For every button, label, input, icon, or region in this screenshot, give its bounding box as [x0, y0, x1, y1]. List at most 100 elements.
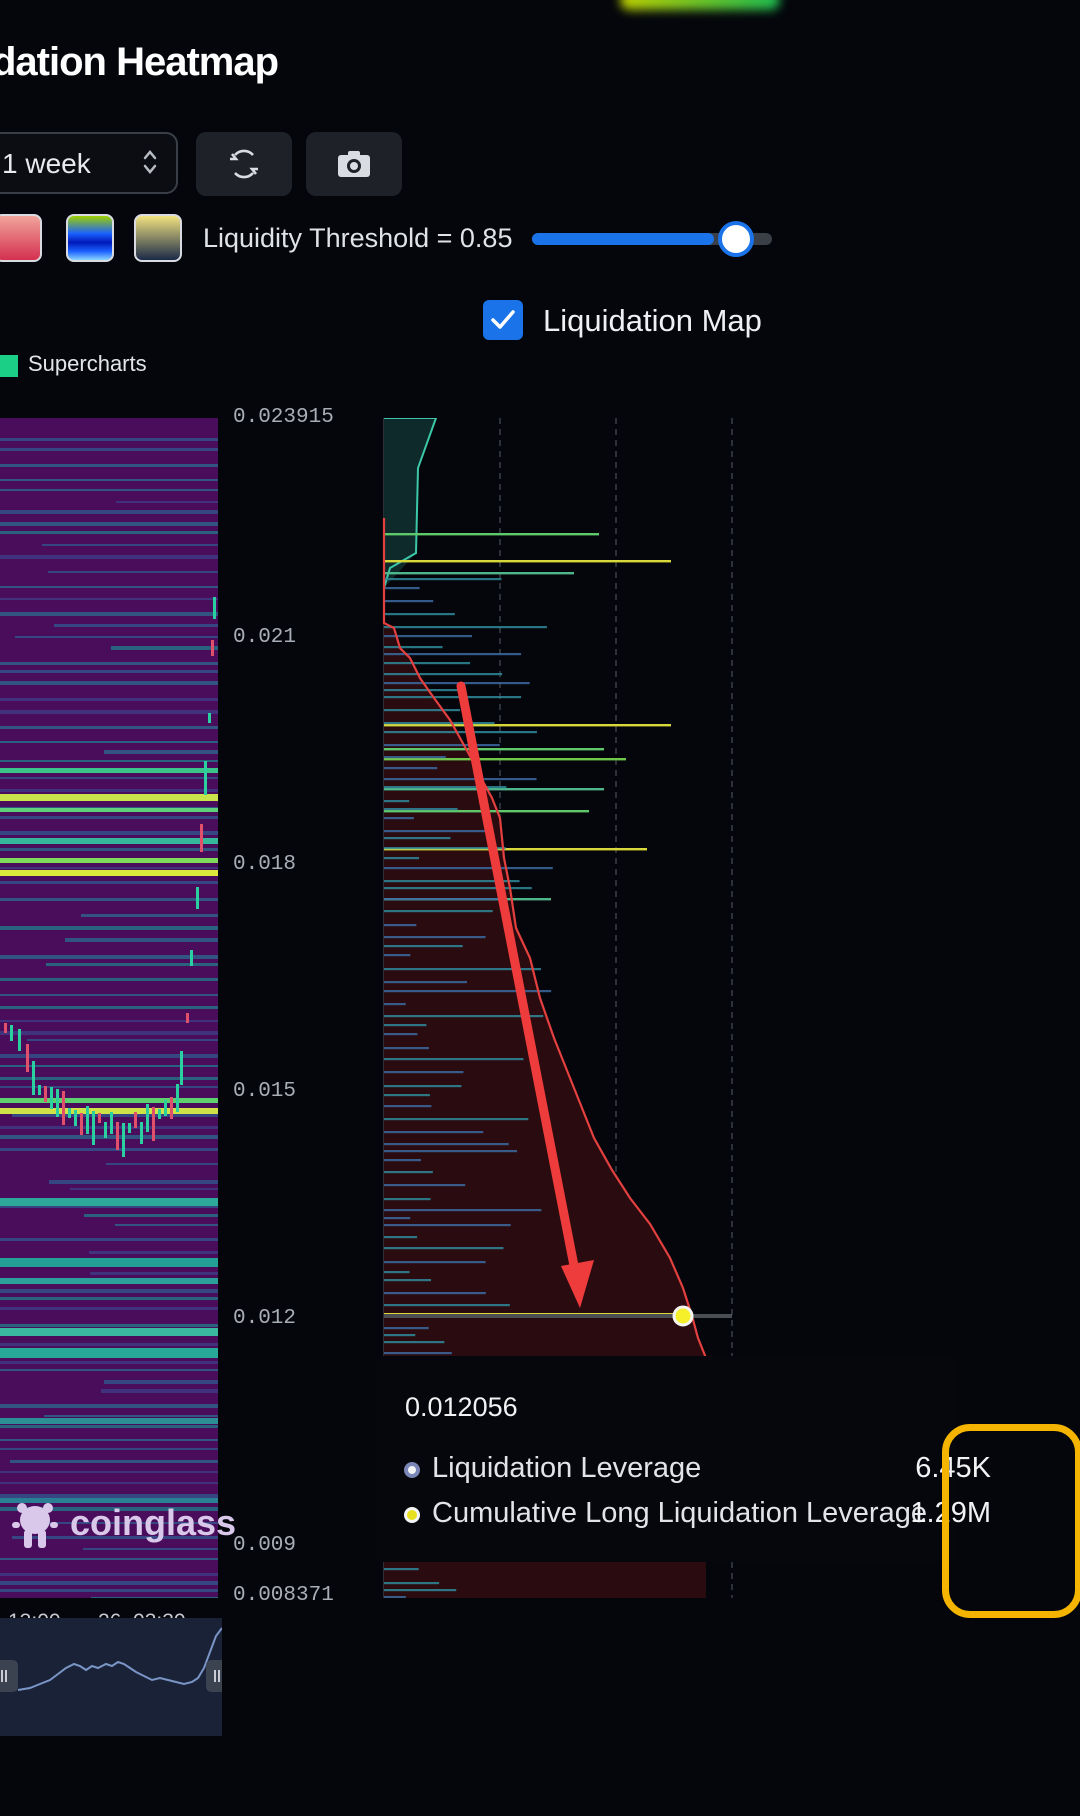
heatmap-band — [27, 1039, 218, 1041]
heatmap-band — [0, 489, 218, 491]
heatmap-band — [0, 726, 218, 729]
series-dot-icon — [404, 1507, 420, 1523]
chevron-updown-icon — [143, 150, 157, 174]
color-scheme-red[interactable] — [0, 214, 42, 262]
heatmap-band — [0, 881, 218, 884]
liquidation-bar — [384, 990, 552, 993]
threshold-slider-fill — [532, 233, 714, 245]
candle — [68, 1108, 71, 1118]
liquidation-bar — [384, 1184, 466, 1187]
candle — [200, 824, 203, 852]
heatmap-band — [0, 1198, 218, 1206]
period-select[interactable]: 1 week — [0, 132, 178, 194]
liquidation-bar — [384, 880, 520, 883]
liquidation-bar — [384, 1150, 518, 1153]
legend-label[interactable]: Supercharts — [28, 351, 147, 377]
liquidation-bar — [384, 560, 671, 563]
heatmap-band — [0, 662, 218, 665]
heatmap-band — [0, 1348, 218, 1358]
liquidation-bar — [384, 857, 420, 860]
liquidation-bar — [384, 1209, 542, 1212]
candle — [158, 1109, 161, 1119]
heatmap-band — [0, 760, 218, 762]
candle — [176, 1084, 179, 1112]
liquidation-bar — [384, 724, 671, 727]
candle — [116, 1122, 119, 1150]
heatmap-band — [0, 955, 218, 959]
heatmap-band — [0, 464, 218, 467]
y-tick: 0.012 — [233, 1307, 297, 1330]
heatmap-band — [44, 1415, 218, 1417]
heatmap-band — [0, 1020, 218, 1022]
heatmap-band — [0, 612, 218, 616]
candle — [98, 1113, 101, 1123]
color-scheme-blue[interactable] — [66, 214, 114, 262]
heatmap-band — [0, 926, 218, 930]
liquidation-bar — [384, 709, 461, 712]
heatmap-band — [0, 1573, 218, 1576]
heatmap-band — [0, 1098, 218, 1103]
liquidation-bar — [384, 1236, 418, 1239]
series-dot-icon — [404, 1462, 420, 1478]
liquidation-map-label: Liquidation Map — [543, 303, 762, 338]
liquidation-bar — [384, 662, 471, 665]
liquidation-bar — [384, 1047, 429, 1050]
screenshot-button[interactable] — [306, 132, 402, 196]
liquidation-bar — [384, 1224, 511, 1227]
range-navigator[interactable] — [0, 1618, 222, 1736]
heatmap-band — [0, 741, 218, 743]
heatmap-band — [54, 624, 218, 627]
coinglass-logo-icon — [12, 1503, 58, 1548]
liquidation-bar — [384, 1582, 440, 1585]
liquidation-bar — [384, 1327, 429, 1330]
heatmap-band — [0, 816, 218, 819]
heatmap-band — [0, 438, 218, 441]
liquidation-bar — [384, 1071, 464, 1074]
candle — [62, 1091, 65, 1125]
threshold-slider-thumb[interactable] — [718, 221, 754, 257]
liquidation-bar — [384, 1131, 484, 1134]
liquidation-map-checkbox[interactable] — [483, 300, 523, 340]
liquidation-bar — [384, 1261, 486, 1264]
refresh-button[interactable] — [196, 132, 292, 196]
liquidation-bar — [384, 778, 537, 781]
chart-tooltip: 0.012056 Liquidation Leverage 6.45K Cumu… — [375, 1356, 991, 1562]
color-scheme-gold[interactable] — [134, 214, 182, 262]
liquidation-heatmap-canvas[interactable] — [0, 418, 218, 1598]
liquidation-bar — [384, 936, 486, 939]
candle — [190, 950, 193, 966]
camera-icon — [338, 151, 370, 177]
candle — [204, 761, 207, 795]
candle — [38, 1085, 41, 1095]
liquidation-bar — [384, 945, 463, 948]
liquidation-bar — [384, 1143, 509, 1146]
heatmap-band — [0, 1581, 218, 1585]
heatmap-band — [0, 586, 218, 588]
tooltip-price: 0.012056 — [405, 1392, 518, 1422]
liquidation-bar — [384, 1198, 431, 1201]
heatmap-band — [0, 1258, 218, 1267]
heatmap-band — [0, 1328, 218, 1336]
heatmap-band — [15, 636, 218, 638]
candle — [213, 597, 216, 619]
heatmap-band — [101, 1389, 218, 1393]
heatmap-band — [0, 838, 218, 844]
page-title: dation Heatmap — [0, 40, 279, 84]
liquidation-bar — [384, 1247, 504, 1250]
candle — [104, 1122, 107, 1138]
candle — [26, 1044, 29, 1072]
y-tick: 0.009 — [233, 1534, 297, 1557]
liquidation-bar — [384, 954, 411, 957]
heatmap-band — [104, 1380, 218, 1384]
candle — [140, 1122, 143, 1144]
heatmap-band — [48, 571, 218, 573]
candle — [74, 1110, 77, 1126]
y-tick: 0.023915 — [233, 406, 334, 429]
liquidation-bar — [384, 1118, 529, 1121]
liquidation-bar — [384, 968, 541, 971]
candle — [4, 1023, 7, 1033]
liquidation-bar — [384, 1094, 430, 1097]
liquidation-bar — [384, 533, 599, 536]
short-cumulative-area — [384, 418, 436, 588]
heatmap-band — [0, 1238, 218, 1241]
